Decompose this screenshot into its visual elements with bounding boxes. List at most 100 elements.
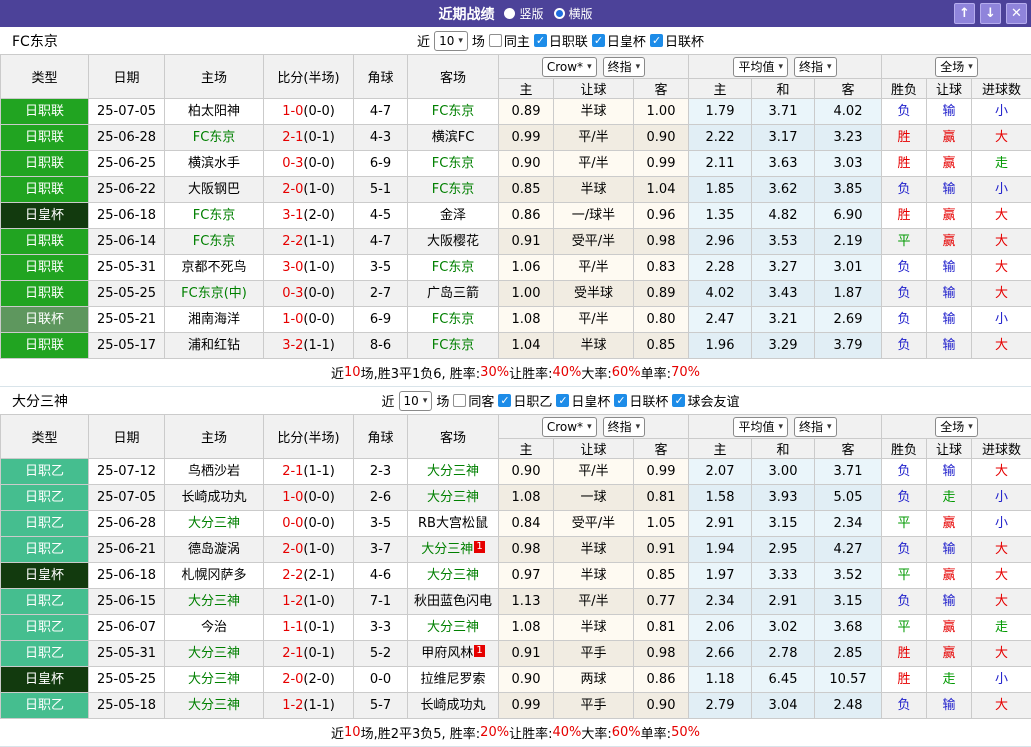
result-handicap: 输 (927, 99, 972, 125)
away-team: 长崎成功丸 (408, 693, 499, 719)
avg-time-select[interactable]: 终指▾ (794, 417, 837, 437)
home-team-link[interactable]: 湘南海洋 (188, 312, 240, 327)
home-team-link[interactable]: 大阪钢巴 (188, 182, 240, 197)
match-row: 日皇杯25-06-18FC东京3-1(2-0)4-5金泽0.86一/球半0.96… (1, 203, 1031, 229)
move-up-button[interactable]: ↑ (954, 3, 975, 24)
games-label: 场 (436, 391, 449, 410)
avg-source-select[interactable]: 平均值▾ (733, 57, 788, 77)
summary-text: 场,胜2平3负5, 胜率: (361, 723, 481, 742)
avg-draw-odds: 3.29 (752, 333, 815, 359)
odds-source-select[interactable]: Crow*▾ (542, 417, 597, 437)
home-team-link[interactable]: 大分三神 (188, 646, 240, 661)
home-team-link[interactable]: 德岛漩涡 (188, 542, 240, 557)
radio-vertical-layout[interactable]: 竖版 (504, 5, 543, 22)
handicap-away-odds: 0.96 (634, 203, 689, 229)
away-team: 大分三神 (408, 459, 499, 485)
avg-away-odds: 6.90 (815, 203, 882, 229)
match-count-select[interactable]: 10 ▾ (434, 31, 468, 51)
home-team-link[interactable]: 大分三神 (188, 672, 240, 687)
away-team-link[interactable]: 金泽 (440, 208, 466, 223)
move-down-button[interactable]: ↓ (980, 3, 1001, 24)
avg-source-select[interactable]: 平均值▾ (733, 417, 788, 437)
home-team-link[interactable]: 浦和红钻 (188, 338, 240, 353)
handicap-away-odds: 0.85 (634, 563, 689, 589)
home-team-link[interactable]: 今治 (201, 620, 227, 635)
away-team-link[interactable]: 大分三神 (427, 620, 479, 635)
chevron-down-icon: ▾ (636, 62, 641, 72)
odds-time-select[interactable]: 终指▾ (603, 417, 646, 437)
league-filter[interactable]: 日皇杯 (556, 391, 610, 410)
summary-text: 近 (331, 363, 344, 382)
fulltime-score: 2-2 (282, 234, 303, 249)
away-team-link[interactable]: FC东京 (432, 312, 475, 327)
league-filter[interactable]: 日联杯 (650, 31, 704, 50)
same-venue-checkbox[interactable]: 同主 (489, 31, 530, 50)
away-team-link[interactable]: 大分三神 (427, 568, 479, 583)
home-team-link[interactable]: 大分三神 (188, 516, 240, 531)
avg-draw-odds: 3.33 (752, 563, 815, 589)
away-team-link[interactable]: FC东京 (432, 182, 475, 197)
away-team-link[interactable]: 秋田蓝色闪电 (414, 594, 492, 609)
avg-time-select[interactable]: 终指▾ (794, 57, 837, 77)
home-team-link[interactable]: FC东京 (193, 234, 236, 249)
col-home: 主场 (165, 415, 264, 459)
home-team-link[interactable]: 大分三神 (188, 594, 240, 609)
away-team-link[interactable]: 横滨FC (432, 130, 475, 145)
league-filter[interactable]: 日职乙 (498, 391, 552, 410)
result-goals: 大 (972, 333, 1031, 359)
league-filter[interactable]: 球会友谊 (672, 391, 739, 410)
chevron-down-icon: ▾ (778, 422, 783, 432)
match-count-select[interactable]: 10 ▾ (399, 391, 433, 411)
league-filter[interactable]: 日联杯 (614, 391, 668, 410)
league-filter-label: 日职联 (549, 31, 588, 50)
home-team-link[interactable]: 鸟栖沙岩 (188, 464, 240, 479)
handicap-away-odds: 0.77 (634, 589, 689, 615)
match-row: 日职乙25-07-05长崎成功丸1-0(0-0)2-6大分三神1.08一球0.8… (1, 485, 1031, 511)
home-team-link[interactable]: FC东京 (193, 208, 236, 223)
away-team-link[interactable]: FC东京 (432, 156, 475, 171)
home-team-link[interactable]: 横滨水手 (188, 156, 240, 171)
odds-time-select[interactable]: 终指▾ (603, 57, 646, 77)
away-team-link[interactable]: FC东京 (432, 338, 475, 353)
away-team-link[interactable]: 大分三神 (427, 464, 479, 479)
home-team-link[interactable]: 大分三神 (188, 698, 240, 713)
odds-source-select[interactable]: Crow*▾ (542, 57, 597, 77)
away-team-link[interactable]: FC东京 (432, 260, 475, 275)
away-team-link[interactable]: 大分三神 (421, 542, 473, 557)
match-row: 日职乙25-06-21德岛漩涡2-0(1-0)3-7大分三神10.98半球0.9… (1, 537, 1031, 563)
handicap-away-odds: 0.99 (634, 459, 689, 485)
close-button[interactable]: ✕ (1006, 3, 1027, 24)
handicap-home-odds: 0.85 (499, 177, 554, 203)
away-team-link[interactable]: 甲府风林 (421, 646, 473, 661)
match-row: 日皇杯25-06-18札幌冈萨多2-2(2-1)4-6大分三神0.97半球0.8… (1, 563, 1031, 589)
avg-home-odds: 2.96 (689, 229, 752, 255)
league-filter[interactable]: 日职联 (534, 31, 588, 50)
handicap-home-odds: 0.91 (499, 229, 554, 255)
result-handicap: 赢 (927, 151, 972, 177)
home-team-link[interactable]: 柏太阳神 (188, 104, 240, 119)
away-team-link[interactable]: 大阪樱花 (427, 234, 479, 249)
home-team-link[interactable]: FC东京 (193, 130, 236, 145)
col-corner: 角球 (354, 415, 408, 459)
away-team-link[interactable]: RB大宫松鼠 (418, 516, 488, 531)
result-scope-select[interactable]: 全场▾ (935, 417, 978, 437)
league-filter[interactable]: 日皇杯 (592, 31, 646, 50)
home-team-link[interactable]: 长崎成功丸 (181, 490, 246, 505)
match-date: 25-07-12 (89, 459, 165, 485)
chevron-down-icon: ▾ (827, 62, 832, 72)
away-team-link[interactable]: 长崎成功丸 (420, 698, 485, 713)
away-team-link[interactable]: 广岛三箭 (427, 286, 479, 301)
home-team-link[interactable]: 京都不死鸟 (181, 260, 246, 275)
away-team-link[interactable]: 拉维尼罗索 (420, 672, 485, 687)
away-team-link[interactable]: FC东京 (432, 104, 475, 119)
home-team-link[interactable]: 札幌冈萨多 (181, 568, 246, 583)
avg-draw-odds: 6.45 (752, 667, 815, 693)
odds-group-header: Crow*▾ 终指▾ (499, 415, 689, 439)
result-scope-select[interactable]: 全场▾ (935, 57, 978, 77)
radio-horizontal-layout[interactable]: 横版 (554, 5, 593, 22)
handicap-line: 平/半 (554, 125, 634, 151)
fulltime-score: 1-0 (282, 104, 303, 119)
home-team-link[interactable]: FC东京(中) (181, 286, 247, 301)
same-venue-checkbox[interactable]: 同客 (453, 391, 494, 410)
away-team-link[interactable]: 大分三神 (427, 490, 479, 505)
